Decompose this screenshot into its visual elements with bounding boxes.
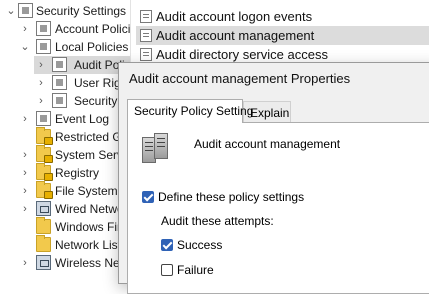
policy-item-icon — [140, 29, 152, 42]
chevron-right-icon[interactable]: › — [20, 254, 30, 272]
list-item-label: Audit account management — [156, 28, 315, 43]
policy-name: Audit account management — [194, 137, 341, 151]
tree-item-local-policies[interactable]: ⌄ Local Policies — [0, 38, 130, 56]
wireless-network-icon — [36, 255, 51, 270]
tree-item-windows-firewall[interactable]: Windows Firewall — [0, 217, 130, 236]
chevron-down-icon[interactable]: ⌄ — [6, 2, 16, 20]
event-log-icon — [36, 111, 51, 126]
tree-item-wireless-network[interactable]: › Wireless Network — [0, 254, 130, 272]
tree-item-file-system[interactable]: › File System — [0, 181, 130, 200]
chevron-right-icon[interactable]: › — [20, 200, 30, 218]
folder-icon — [36, 235, 51, 252]
tree-item-system-services[interactable]: › System Services — [0, 145, 130, 164]
tree-item-account-policies[interactable]: › Account Policies — [0, 20, 130, 38]
security-settings-icon — [18, 3, 33, 18]
dialog-title: Audit account management Properties — [129, 71, 351, 86]
policy-folder-icon — [36, 39, 51, 54]
define-settings-checkbox[interactable] — [142, 191, 154, 203]
tree-item-label: Event Log — [55, 112, 110, 126]
tab-security-policy-setting[interactable]: Security Policy Setting — [127, 99, 253, 123]
tree-item-label: Security Settings — [36, 4, 127, 18]
tree-item-registry[interactable]: › Registry — [0, 163, 130, 182]
tree-item-audit-policy[interactable]: › Audit Policy — [34, 56, 130, 74]
policy-item-icon — [140, 48, 152, 61]
list-item[interactable]: Audit account logon events — [136, 7, 429, 26]
failure-checkbox[interactable] — [161, 264, 173, 276]
chevron-right-icon[interactable]: › — [20, 110, 30, 128]
tree-item-label: Registry — [55, 166, 100, 180]
tree-item-security-options[interactable]: › Security Options — [0, 92, 130, 110]
tree-item-label: Network List — [55, 238, 122, 252]
properties-dialog: Audit account management Properties Secu… — [118, 62, 429, 294]
policy-folder-icon — [52, 57, 67, 72]
chevron-down-icon[interactable]: ⌄ — [20, 38, 30, 56]
success-label[interactable]: Success — [177, 238, 222, 252]
locked-folder-icon — [36, 145, 53, 163]
tree-item-network-list[interactable]: Network List — [0, 235, 130, 254]
chevron-right-icon[interactable]: › — [36, 56, 46, 74]
tree-item-wired-network[interactable]: › Wired Network — [0, 200, 130, 218]
audit-attempts-label: Audit these attempts: — [161, 214, 274, 228]
chevron-right-icon[interactable]: › — [20, 164, 30, 182]
chevron-right-icon[interactable]: › — [20, 146, 30, 164]
folder-icon — [36, 217, 51, 234]
list-item-label: Audit account logon events — [156, 9, 313, 24]
server-icon — [142, 133, 174, 165]
policy-item-icon — [140, 10, 152, 23]
locked-folder-icon — [36, 181, 53, 199]
define-settings-label[interactable]: Define these policy settings — [158, 190, 304, 204]
chevron-right-icon[interactable]: › — [20, 182, 30, 200]
policy-folder-icon — [36, 21, 51, 36]
tree-item-label: File System — [55, 184, 118, 198]
success-checkbox[interactable] — [161, 239, 173, 251]
tree-item-user-rights[interactable]: › User Rights Assignment — [0, 74, 130, 92]
locked-folder-icon — [36, 127, 53, 145]
chevron-right-icon[interactable]: › — [36, 74, 46, 92]
tree-item-restricted-groups[interactable]: Restricted Groups — [0, 127, 130, 146]
console-tree: ⌄ Security Settings › Account Policies ⌄… — [0, 0, 130, 274]
network-icon — [36, 201, 51, 216]
list-item-selected[interactable]: Audit account management — [136, 26, 429, 45]
policy-folder-icon — [52, 75, 67, 90]
failure-label[interactable]: Failure — [177, 263, 214, 277]
tree-item-event-log[interactable]: › Event Log — [0, 110, 130, 128]
chevron-right-icon[interactable]: › — [20, 20, 30, 38]
tree-item-security-settings[interactable]: ⌄ Security Settings — [0, 2, 130, 20]
chevron-right-icon[interactable]: › — [36, 92, 46, 110]
locked-folder-icon — [36, 163, 53, 181]
tree-item-label: Account Policies — [55, 22, 130, 36]
tree-item-label: Local Policies — [55, 40, 129, 54]
tab-panel: Audit account management Define these po… — [127, 122, 429, 294]
policy-folder-icon — [52, 93, 67, 108]
